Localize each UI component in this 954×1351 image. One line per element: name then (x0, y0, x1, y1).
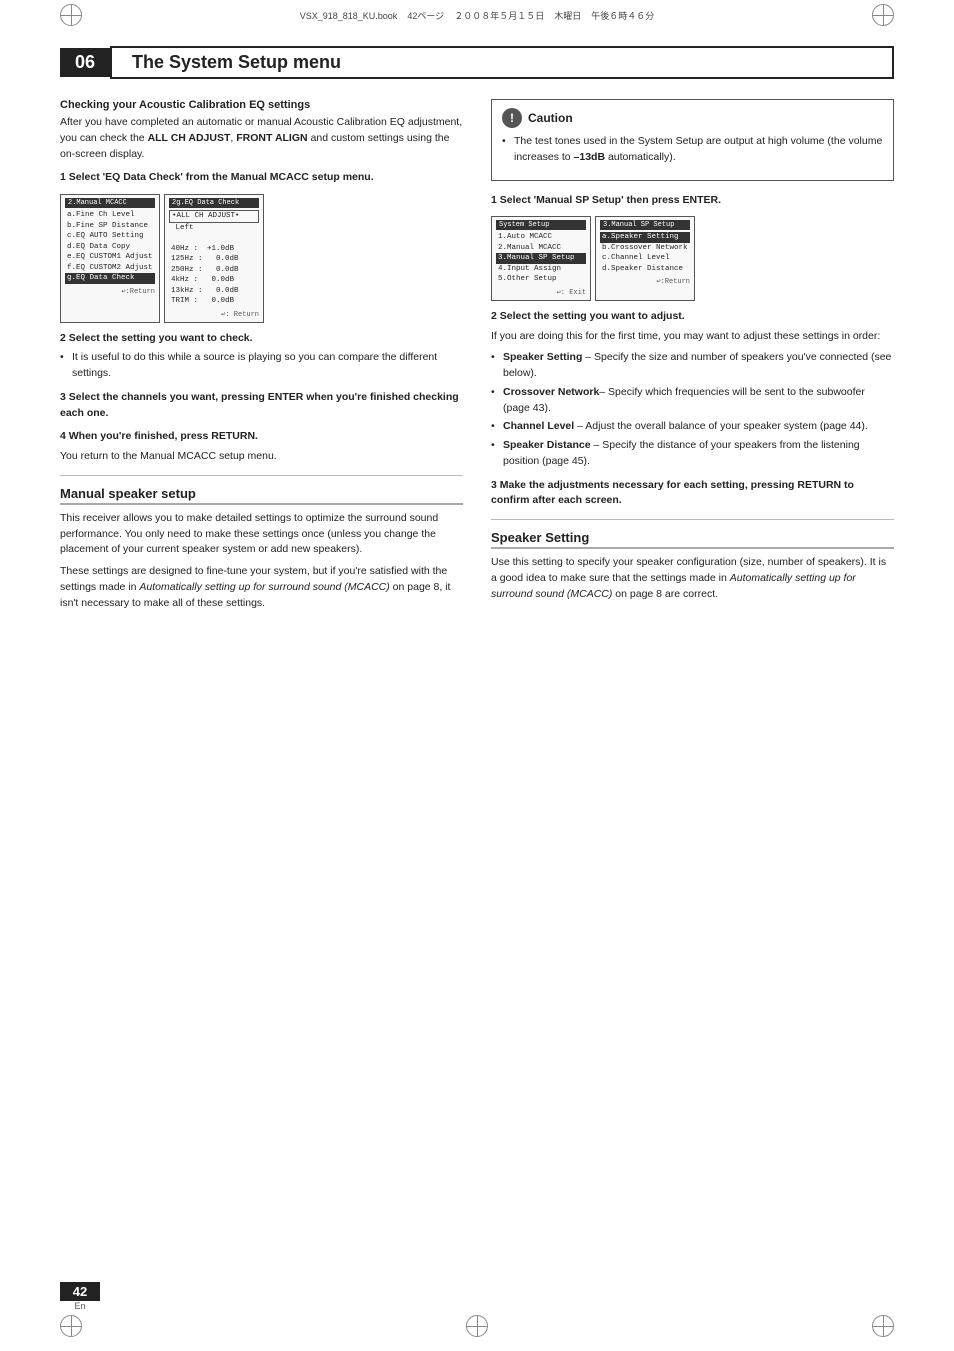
meta-day: 木曜日 (554, 11, 581, 21)
caution-list: The test tones used in the System Setup … (502, 134, 883, 166)
chapter-title: The System Setup menu (110, 46, 894, 79)
eq-screen-container: 2.Manual MCACC a.Fine Ch Level b.Fine SP… (60, 194, 463, 323)
meta-date: ２００８年５月１５日 (454, 11, 544, 21)
reg-mark-br (872, 1315, 894, 1337)
checking-eq-section: Checking your Acoustic Calibration EQ se… (60, 99, 463, 465)
sp-screen1-item-2-selected: 3.Manual SP Setup (496, 253, 586, 264)
eq-screen2-item-13khz: 13kHz : 0.0dB (169, 286, 259, 297)
italic-auto-setup-right: Automatically setting up for surround so… (491, 572, 856, 600)
step2-eq-heading: 2 Select the setting you want to check. (60, 331, 463, 347)
bold-all-ch: ALL CH ADJUST (148, 132, 231, 144)
sp-screen1: System Setup 1.Auto MCACC 2.Manual MCACC… (491, 216, 591, 301)
eq-screen1: 2.Manual MCACC a.Fine Ch Level b.Fine SP… (60, 194, 160, 323)
eq-screen1-item-6-selected: g.EQ Data Check (65, 273, 155, 284)
step3-eq-heading: 3 Select the channels you want, pressing… (60, 390, 463, 422)
eq-screen2-item-highlighted: •ALL CH ADJUST• (169, 210, 259, 223)
sp-screen1-item-3: 4.Input Assign (496, 264, 586, 275)
checking-eq-heading: Checking your Acoustic Calibration EQ se… (60, 99, 463, 111)
content-area: Checking your Acoustic Calibration EQ se… (60, 99, 894, 617)
eq-screen2-item-left: Left (169, 223, 259, 234)
eq-screen1-item-4: e.EQ CUSTOM1 Adjust (65, 252, 155, 263)
caution-box: ! Caution The test tones used in the Sys… (491, 99, 894, 181)
checking-eq-body: After you have completed an automatic or… (60, 115, 463, 162)
eq-screen2-title: 2g.EQ Data Check (169, 198, 259, 208)
top-reg-row: VSX_918_818_KU.book 42ページ ２００８年５月１５日 木曜日… (0, 0, 954, 30)
sp-screen2-footer: ↩:Return (600, 277, 690, 286)
sp-screen-container: System Setup 1.Auto MCACC 2.Manual MCACC… (491, 216, 894, 301)
step4-eq-body: You return to the Manual MCACC setup men… (60, 449, 463, 465)
caution-bold: –13dB (574, 151, 606, 163)
step1-eq-heading: 1 Select 'EQ Data Check' from the Manual… (60, 170, 463, 186)
sp-screen2-item-3: d.Speaker Distance (600, 264, 690, 275)
right-step2-heading: 2 Select the setting you want to adjust. (491, 309, 894, 325)
speaker-setting-heading: Speaker Setting (491, 530, 894, 549)
eq-screen2-item-250hz: 250Hz : 0.0dB (169, 265, 259, 276)
eq-screen1-footer: ↩:Return (65, 287, 155, 296)
eq-screen1-item-0: a.Fine Ch Level (65, 210, 155, 221)
eq-screen1-item-2: c.EQ AUTO Setting (65, 231, 155, 242)
reg-mark-tr (872, 4, 894, 26)
sp-screen2-item-2: c.Channel Level (600, 253, 690, 264)
top-meta-text: VSX_918_818_KU.book 42ページ ２００８年５月１５日 木曜日… (300, 9, 655, 22)
right-bullet-crossover: Crossover Network– Specify which frequen… (491, 385, 894, 417)
bold-front-align: FRONT ALIGN (236, 132, 307, 144)
sp-screen1-item-4: 5.Other Setup (496, 274, 586, 285)
sp-screen2: 3.Manual SP Setup a.Speaker Setting b.Cr… (595, 216, 695, 301)
sp-screen2-item-1: b.Crossover Network (600, 243, 690, 254)
caution-title: ! Caution (502, 108, 883, 128)
step2-eq-list: It is useful to do this while a source i… (60, 350, 463, 382)
divider-right (491, 519, 894, 520)
eq-screen2-item-125hz: 125Hz : 0.0dB (169, 254, 259, 265)
page-lang: En (74, 1301, 85, 1311)
page-number: 42 (60, 1282, 100, 1301)
reg-mark-bc (466, 1315, 488, 1337)
sp-screen2-item-0-selected: a.Speaker Setting (600, 232, 690, 243)
meta-page: 42ページ (407, 11, 444, 21)
sp-screen1-item-0: 1.Auto MCACC (496, 232, 586, 243)
right-step1-heading: 1 Select 'Manual SP Setup' then press EN… (491, 193, 894, 209)
meta-time: 午後６時４６分 (591, 11, 654, 21)
speaker-setting-body: Use this setting to specify your speaker… (491, 555, 894, 602)
eq-screen1-title: 2.Manual MCACC (65, 198, 155, 208)
step2-eq-bullet: It is useful to do this while a source i… (60, 350, 463, 382)
bottom-reg-row (0, 1311, 954, 1341)
eq-screen1-item-5: f.EQ CUSTOM2 Adjust (65, 263, 155, 274)
right-step3-heading: 3 Make the adjustments necessary for eac… (491, 478, 894, 510)
manual-speaker-body2: These settings are designed to fine-tune… (60, 564, 463, 611)
meta-filename: VSX_918_818_KU.book (300, 11, 398, 21)
caution-bullet: The test tones used in the System Setup … (502, 134, 883, 166)
divider-1 (60, 475, 463, 476)
page-number-box: 42 En (60, 1282, 100, 1311)
manual-speaker-body1: This receiver allows you to make detaile… (60, 511, 463, 558)
sp-screen1-title: System Setup (496, 220, 586, 230)
right-bullet-channel-level: Channel Level – Adjust the overall balan… (491, 419, 894, 435)
sp-screen1-item-1: 2.Manual MCACC (496, 243, 586, 254)
left-column: Checking your Acoustic Calibration EQ se… (60, 99, 463, 617)
eq-screen2-item-4khz: 4kHz : 0.0dB (169, 275, 259, 286)
eq-screen2-item-blank (169, 233, 259, 244)
right-step2-body: If you are doing this for the first time… (491, 329, 894, 345)
step4-eq-heading: 4 When you're finished, press RETURN. (60, 429, 463, 445)
right-bullet-speaker-distance: Speaker Distance – Specify the distance … (491, 438, 894, 470)
sp-screen1-footer: ↩: Exit (496, 288, 586, 297)
manual-speaker-section: Manual speaker setup This receiver allow… (60, 486, 463, 612)
right-bullets-list: Speaker Setting – Specify the size and n… (491, 350, 894, 469)
sp-screen2-title: 3.Manual SP Setup (600, 220, 690, 230)
eq-screen2-item-trim: TRIM : 0.0dB (169, 296, 259, 307)
eq-screen2-item-40hz: 40Hz : +1.0dB (169, 244, 259, 255)
manual-speaker-heading: Manual speaker setup (60, 486, 463, 505)
reg-mark-bl (60, 1315, 82, 1337)
right-bullet-speaker-setting: Speaker Setting – Specify the size and n… (491, 350, 894, 382)
speaker-setting-section: Speaker Setting Use this setting to spec… (491, 530, 894, 602)
caution-icon: ! (502, 108, 522, 128)
reg-mark-tl (60, 4, 82, 26)
eq-screen1-item-1: b.Fine SP Distance (65, 221, 155, 232)
right-column: ! Caution The test tones used in the Sys… (491, 99, 894, 617)
chapter-header: 06 The System Setup menu (60, 46, 894, 79)
chapter-number: 06 (60, 48, 110, 77)
eq-screen1-item-3: d.EQ Data Copy (65, 242, 155, 253)
eq-screen2: 2g.EQ Data Check •ALL CH ADJUST• Left 40… (164, 194, 264, 323)
italic-auto-setup: Automatically setting up for surround so… (139, 581, 389, 593)
eq-screen2-footer: ↩: Return (169, 310, 259, 319)
